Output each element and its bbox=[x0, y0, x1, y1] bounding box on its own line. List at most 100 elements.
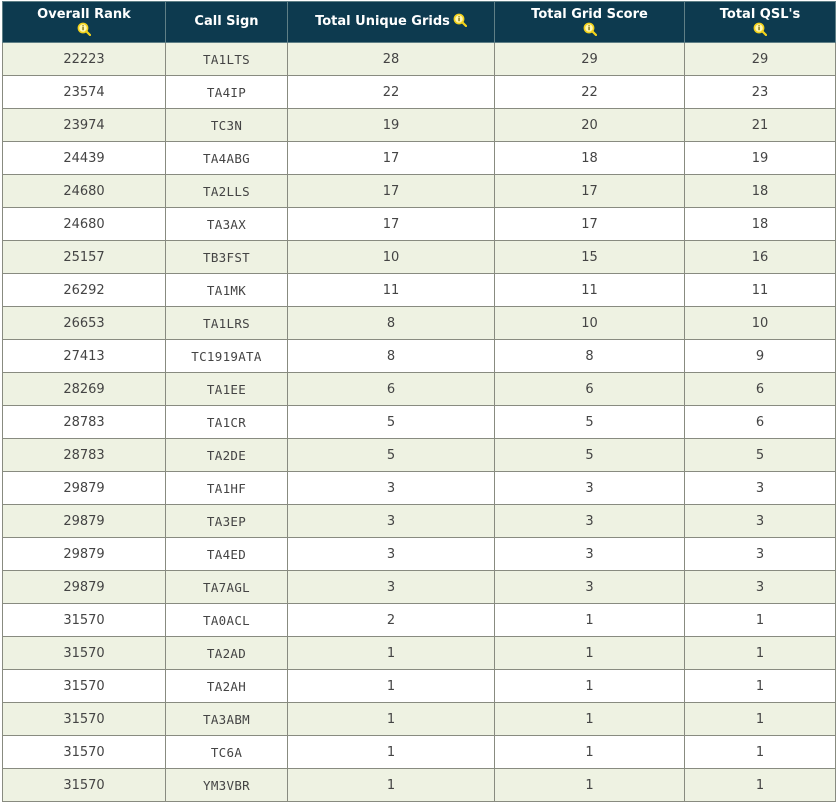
table-row: 31570 TA2AH 1 1 1 bbox=[2, 669, 836, 703]
cell-total-qsls: 1 bbox=[684, 768, 836, 802]
header-total-qsls[interactable]: Total QSL's bbox=[684, 1, 836, 43]
table-row: 26653 TA1LRS 8 10 10 bbox=[2, 306, 836, 340]
cell-overall-rank: 25157 bbox=[2, 240, 166, 274]
header-call-sign[interactable]: Call Sign bbox=[165, 1, 288, 43]
cell-call-sign[interactable]: TB3FST bbox=[165, 240, 288, 274]
cell-overall-rank: 28783 bbox=[2, 405, 166, 439]
table-row: 29879 TA3EP 3 3 3 bbox=[2, 504, 836, 538]
cell-call-sign[interactable]: TA1LTS bbox=[165, 42, 288, 76]
cell-total-grid-score: 3 bbox=[494, 504, 685, 538]
cell-call-sign[interactable]: TC3N bbox=[165, 108, 288, 142]
header-label: Overall Rank bbox=[37, 7, 131, 22]
cell-overall-rank: 24439 bbox=[2, 141, 166, 175]
cell-total-unique-grids: 2 bbox=[287, 603, 495, 637]
cell-overall-rank: 29879 bbox=[2, 504, 166, 538]
magnifier-info-icon[interactable] bbox=[453, 13, 467, 27]
table-row: 28269 TA1EE 6 6 6 bbox=[2, 372, 836, 406]
cell-total-unique-grids: 19 bbox=[287, 108, 495, 142]
cell-total-qsls: 1 bbox=[684, 636, 836, 670]
cell-total-qsls: 18 bbox=[684, 207, 836, 241]
cell-total-unique-grids: 1 bbox=[287, 636, 495, 670]
cell-total-grid-score: 20 bbox=[494, 108, 685, 142]
table-row: 31570 TC6A 1 1 1 bbox=[2, 735, 836, 769]
cell-total-unique-grids: 5 bbox=[287, 405, 495, 439]
table-row: 22223 TA1LTS 28 29 29 bbox=[2, 42, 836, 76]
cell-overall-rank: 26292 bbox=[2, 273, 166, 307]
cell-call-sign[interactable]: TC6A bbox=[165, 735, 288, 769]
header-row: Overall Rank Call Sign Total Unique Grid… bbox=[2, 1, 836, 43]
cell-call-sign[interactable]: TA2LLS bbox=[165, 174, 288, 208]
table-row: 29879 TA1HF 3 3 3 bbox=[2, 471, 836, 505]
cell-call-sign[interactable]: TA2DE bbox=[165, 438, 288, 472]
cell-overall-rank: 24680 bbox=[2, 174, 166, 208]
cell-call-sign[interactable]: TA4ED bbox=[165, 537, 288, 571]
cell-total-unique-grids: 17 bbox=[287, 174, 495, 208]
table-row: 23974 TC3N 19 20 21 bbox=[2, 108, 836, 142]
header-label: Total Unique Grids bbox=[315, 14, 450, 29]
cell-total-unique-grids: 1 bbox=[287, 768, 495, 802]
cell-total-qsls: 18 bbox=[684, 174, 836, 208]
cell-total-qsls: 23 bbox=[684, 75, 836, 109]
magnifier-info-icon[interactable] bbox=[583, 22, 597, 36]
cell-total-qsls: 6 bbox=[684, 405, 836, 439]
cell-call-sign[interactable]: TA3AX bbox=[165, 207, 288, 241]
cell-total-unique-grids: 1 bbox=[287, 669, 495, 703]
cell-call-sign[interactable]: TA1MK bbox=[165, 273, 288, 307]
cell-call-sign[interactable]: TA0ACL bbox=[165, 603, 288, 637]
cell-call-sign[interactable]: TA2AH bbox=[165, 669, 288, 703]
cell-total-unique-grids: 6 bbox=[287, 372, 495, 406]
cell-total-qsls: 1 bbox=[684, 702, 836, 736]
cell-overall-rank: 28269 bbox=[2, 372, 166, 406]
cell-call-sign[interactable]: YM3VBR bbox=[165, 768, 288, 802]
table-row: 28783 TA1CR 5 5 6 bbox=[2, 405, 836, 439]
table-row: 29879 TA7AGL 3 3 3 bbox=[2, 570, 836, 604]
cell-call-sign[interactable]: TA3ABM bbox=[165, 702, 288, 736]
cell-total-qsls: 3 bbox=[684, 504, 836, 538]
table-row: 23574 TA4IP 22 22 23 bbox=[2, 75, 836, 109]
cell-total-unique-grids: 3 bbox=[287, 537, 495, 571]
cell-total-unique-grids: 5 bbox=[287, 438, 495, 472]
magnifier-info-icon[interactable] bbox=[77, 22, 91, 36]
header-total-grid-score[interactable]: Total Grid Score bbox=[494, 1, 685, 43]
cell-total-grid-score: 22 bbox=[494, 75, 685, 109]
cell-overall-rank: 23574 bbox=[2, 75, 166, 109]
rankings-table: Overall Rank Call Sign Total Unique Grid… bbox=[2, 1, 836, 802]
header-label: Total QSL's bbox=[719, 7, 801, 22]
cell-call-sign[interactable]: TA2AD bbox=[165, 636, 288, 670]
cell-total-grid-score: 18 bbox=[494, 141, 685, 175]
cell-call-sign[interactable]: TA4ABG bbox=[165, 141, 288, 175]
cell-total-grid-score: 3 bbox=[494, 570, 685, 604]
cell-call-sign[interactable]: TA4IP bbox=[165, 75, 288, 109]
cell-total-grid-score: 5 bbox=[494, 438, 685, 472]
table-row: 28783 TA2DE 5 5 5 bbox=[2, 438, 836, 472]
cell-call-sign[interactable]: TA1HF bbox=[165, 471, 288, 505]
cell-total-qsls: 19 bbox=[684, 141, 836, 175]
cell-call-sign[interactable]: TC1919ATA bbox=[165, 339, 288, 373]
table-row: 31570 YM3VBR 1 1 1 bbox=[2, 768, 836, 802]
cell-total-grid-score: 1 bbox=[494, 768, 685, 802]
cell-call-sign[interactable]: TA1CR bbox=[165, 405, 288, 439]
cell-total-unique-grids: 1 bbox=[287, 735, 495, 769]
cell-call-sign[interactable]: TA1EE bbox=[165, 372, 288, 406]
cell-total-grid-score: 1 bbox=[494, 603, 685, 637]
cell-total-qsls: 6 bbox=[684, 372, 836, 406]
cell-total-unique-grids: 17 bbox=[287, 141, 495, 175]
cell-total-unique-grids: 22 bbox=[287, 75, 495, 109]
cell-call-sign[interactable]: TA7AGL bbox=[165, 570, 288, 604]
cell-call-sign[interactable]: TA1LRS bbox=[165, 306, 288, 340]
cell-total-grid-score: 17 bbox=[494, 207, 685, 241]
cell-total-grid-score: 15 bbox=[494, 240, 685, 274]
cell-overall-rank: 31570 bbox=[2, 768, 166, 802]
cell-overall-rank: 24680 bbox=[2, 207, 166, 241]
header-overall-rank[interactable]: Overall Rank bbox=[2, 1, 166, 43]
cell-total-grid-score: 10 bbox=[494, 306, 685, 340]
cell-overall-rank: 31570 bbox=[2, 735, 166, 769]
cell-total-grid-score: 3 bbox=[494, 537, 685, 571]
magnifier-info-icon[interactable] bbox=[753, 22, 767, 36]
cell-overall-rank: 29879 bbox=[2, 537, 166, 571]
cell-total-grid-score: 1 bbox=[494, 702, 685, 736]
cell-total-grid-score: 6 bbox=[494, 372, 685, 406]
cell-total-unique-grids: 28 bbox=[287, 42, 495, 76]
header-total-unique-grids[interactable]: Total Unique Grids bbox=[287, 1, 495, 43]
cell-call-sign[interactable]: TA3EP bbox=[165, 504, 288, 538]
